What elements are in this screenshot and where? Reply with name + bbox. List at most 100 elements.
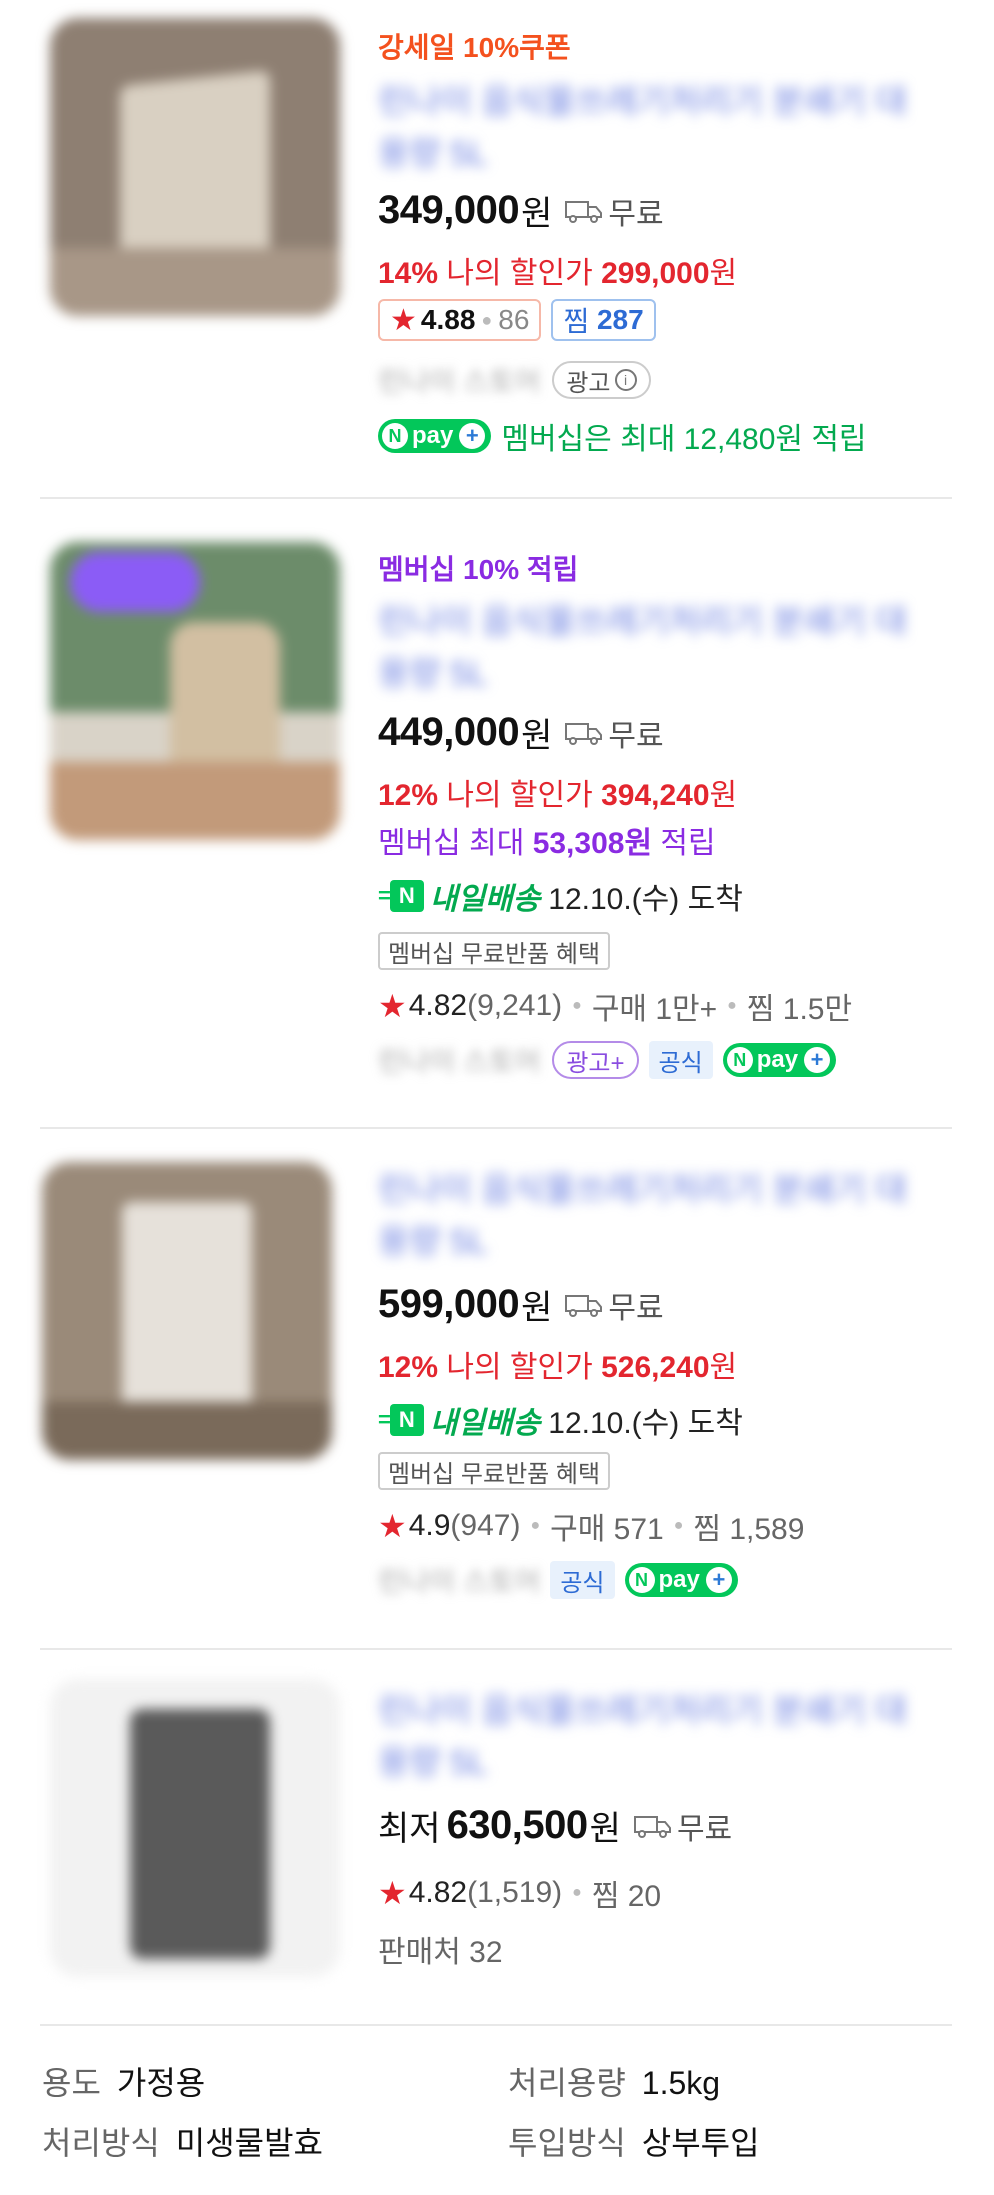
spec-value: 가정용 (116, 2065, 206, 2101)
seller-row: 린나이 스토어 공식 N pay + (378, 1560, 738, 1600)
rating-value: 4.88 (420, 304, 476, 335)
discount-label: 나의 할인가 (446, 779, 593, 812)
product-image[interactable] (50, 1679, 340, 1977)
dot-separator: ● (727, 997, 737, 1014)
rating-value: 4.82 (408, 989, 468, 1022)
product-title[interactable]: 린나이 음식물쓰레기처리기 분쇄기 대용량 5L (378, 596, 938, 700)
star-icon: ★ (390, 303, 417, 337)
n-logo-icon: N (382, 423, 408, 449)
spec-label: 용도 (42, 2065, 101, 2101)
membership-reward-line: 멤버십 최대 53,308원 적립 (378, 818, 716, 862)
plus-icon: + (804, 1047, 831, 1073)
discount-line: 12% 나의 할인가 526,240원 (378, 1342, 737, 1386)
ad-badge[interactable]: 광고+ (552, 1041, 639, 1079)
product-title[interactable]: 린나이 음식물쓰레기처리기 분쇄기 대용량 5L (378, 1164, 938, 1268)
delivery-label: 내일배송 (429, 883, 541, 916)
divider (40, 497, 952, 499)
seller-count[interactable]: 판매처 32 (378, 1927, 503, 1971)
product-card[interactable]: 멤버십 10% 적립 린나이 음식물쓰레기처리기 분쇄기 대용량 5L 449,… (40, 500, 952, 1125)
rating-row: ★ 4.88 ● 86 찜 287 (378, 299, 656, 341)
delivery-date: 12.10.(수) 도착 (548, 1407, 743, 1440)
free-return-tag: 멤버십 무료반품 혜택 (378, 1452, 611, 1490)
price-row: 599,000 원 무료 (378, 1280, 664, 1329)
product-image[interactable] (50, 18, 340, 316)
benefit-row: 멤버십 무료반품 혜택 (378, 1452, 611, 1490)
n-logo-icon: N (726, 1047, 753, 1073)
shipping-label: 무료 (608, 719, 664, 753)
discount-percent: 12% (378, 779, 439, 812)
promo-badge: 멤버십 10% 적립 (378, 554, 579, 585)
price: 449,000 (378, 710, 520, 754)
delivery-date: 12.10.(수) 도착 (548, 883, 743, 916)
seller-row: 린나이 스토어 광고 i (378, 360, 651, 400)
plus-icon: + (459, 423, 486, 449)
membership-amount: 53,308원 (532, 827, 653, 860)
spec-value: 미생물발효 (175, 2125, 323, 2161)
shipping-label: 무료 (608, 197, 664, 231)
npay-label: pay (412, 422, 454, 449)
promo-badge: 강세일 10%쿠폰 (378, 32, 571, 63)
zzim-count: 찜 1,589 (693, 1513, 805, 1546)
spec-item: 투입방식 상부투입 (508, 2118, 760, 2164)
price-unit: 원 (521, 195, 553, 233)
ad-badge[interactable]: 광고 i (552, 361, 651, 399)
rating-value: 4.82 (408, 1876, 468, 1909)
discount-price: 526,240 (601, 1351, 710, 1384)
discount-line: 12% 나의 할인가 394,240원 (378, 770, 737, 814)
review-count: (1,519) (467, 1876, 563, 1909)
n-logo-icon: N (389, 880, 424, 912)
benefit-row: 멤버십 무료반품 혜택 (378, 932, 611, 970)
spec-value: 1.5kg (641, 2065, 721, 2101)
discount-price: 299,000 (601, 257, 710, 290)
star-icon: ★ (378, 988, 407, 1024)
price-unit: 원 (521, 1289, 553, 1327)
discount-label: 나의 할인가 (446, 257, 593, 290)
spec-item: 처리용량 1.5kg (508, 2058, 720, 2104)
dot-separator: ● (530, 1517, 541, 1534)
rating-badge[interactable]: ★ 4.88 ● 86 (378, 299, 542, 341)
seller-name[interactable]: 린나이 스토어 (378, 1560, 540, 1600)
npay-benefit-text: 멤버십은 최대 12,480원 적립 (501, 423, 867, 456)
price: 599,000 (378, 1282, 520, 1326)
spec-label: 처리용량 (508, 2065, 626, 2101)
plus-icon: + (705, 1567, 732, 1593)
free-return-tag: 멤버십 무료반품 혜택 (378, 932, 611, 970)
seller-name[interactable]: 린나이 스토어 (378, 360, 540, 400)
product-title[interactable]: 린나이 음식물쓰레기처리기 분쇄기 대용량 5L (378, 76, 938, 180)
divider (40, 1127, 952, 1129)
truck-icon (565, 1294, 603, 1317)
speed-lines-icon: = (378, 1407, 391, 1432)
price-unit: 원 (589, 1810, 621, 1848)
product-image[interactable] (50, 542, 340, 840)
zzim-badge[interactable]: 찜 287 (551, 299, 656, 341)
spec-label: 처리방식 (42, 2125, 160, 2161)
product-card[interactable]: 강세일 10%쿠폰 린나이 음식물쓰레기처리기 분쇄기 대용량 5L 349,0… (40, 0, 952, 495)
spec-value: 상부투입 (641, 2125, 760, 2161)
product-title[interactable]: 린나이 음식물쓰레기처리기 분쇄기 대용량 5L (378, 1685, 938, 1789)
discount-unit: 원 (709, 779, 738, 812)
delivery-label: 내일배송 (429, 1407, 541, 1440)
divider (40, 2024, 952, 2026)
npay-plus-badge: N pay + (722, 1043, 837, 1077)
n-logo-icon: N (389, 1404, 424, 1436)
stats-row: ★ 4.82 (9,241) ● 구매 1만+ ● 찜 1.5만 (378, 984, 852, 1028)
seller-name[interactable]: 린나이 스토어 (378, 1040, 540, 1080)
price: 349,000 (378, 188, 520, 232)
product-card[interactable]: 린나이 음식물쓰레기처리기 분쇄기 대용량 5L 599,000 원 무료 12… (40, 1130, 952, 1650)
zzim-count: 287 (596, 304, 644, 335)
delivery-row: = N 내일배송 12.10.(수) 도착 (378, 874, 743, 918)
discount-label: 나의 할인가 (446, 1351, 593, 1384)
membership-prefix: 멤버십 최대 (378, 827, 525, 860)
product-card[interactable]: 린나이 음식물쓰레기처리기 분쇄기 대용량 5L 최저 630,500 원 무료… (40, 1651, 952, 2021)
divider (40, 1648, 952, 1650)
price-row: 449,000 원 무료 (378, 708, 664, 757)
star-icon: ★ (378, 1875, 407, 1911)
purchase-count: 구매 571 (550, 1513, 664, 1546)
lowest-price-label: 최저 (378, 1810, 441, 1848)
discount-percent: 14% (378, 257, 439, 290)
shipping-label: 무료 (676, 1812, 733, 1846)
discount-percent: 12% (378, 1351, 439, 1384)
zzim-count: 찜 1.5만 (746, 993, 853, 1026)
product-image[interactable] (42, 1162, 332, 1460)
stats-row: ★ 4.82 (1,519) ● 찜 20 (378, 1871, 661, 1915)
